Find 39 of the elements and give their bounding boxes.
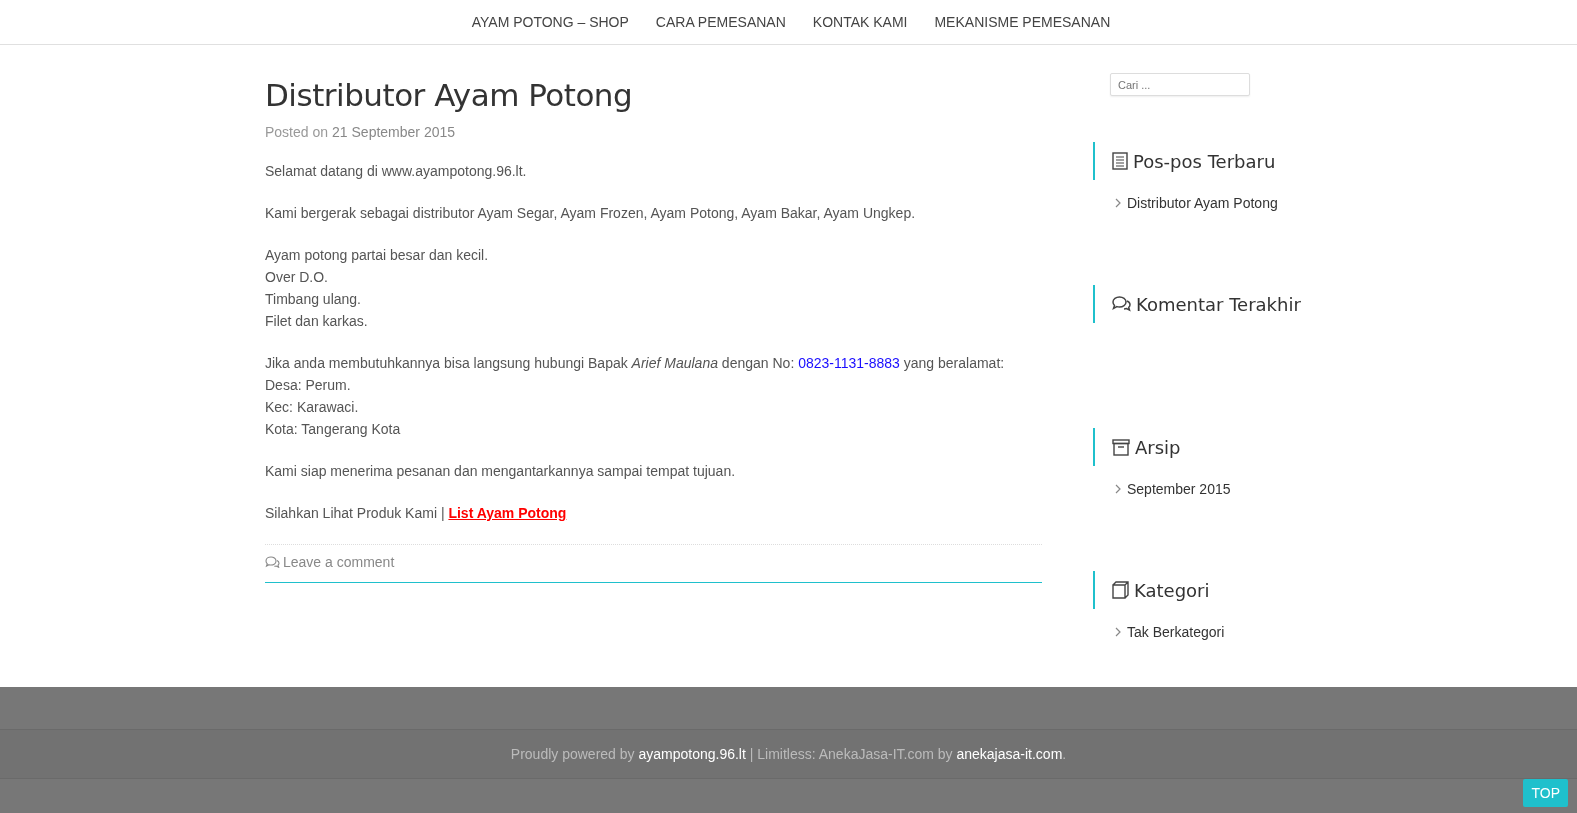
widget-link[interactable]: September 2015 — [1127, 481, 1231, 497]
search-field[interactable]: Cari ... — [1110, 73, 1250, 96]
nav-link[interactable]: MEKANISME PEMESANAN — [934, 14, 1111, 30]
phone-link[interactable]: 0823-1131-8883 — [798, 355, 900, 371]
chevron-icon — [1115, 198, 1121, 208]
nav-link[interactable]: KONTAK KAMI — [812, 14, 908, 30]
chevron-icon — [1115, 627, 1121, 637]
post-title: Distributor Ayam Potong — [265, 76, 634, 115]
nav-link[interactable]: AYAM POTONG – SHOP — [471, 14, 629, 30]
address-line: Desa: Perum. — [265, 376, 352, 395]
site-link[interactable]: ayampotong.96.lt — [638, 746, 746, 762]
posted-label: Posted on — [265, 124, 329, 140]
body-text: Kami siap menerima pesanan dan mengantarkannya sampai tempat tujuan. — [265, 462, 737, 481]
widget-title: Komentar Terakhir — [1136, 293, 1301, 315]
address-line: Kec: Karawaci. — [265, 398, 360, 417]
body-text: Filet dan karkas. — [265, 312, 369, 331]
post-date-link[interactable]: 21 September 2015 — [332, 124, 456, 140]
archive-box-icon — [1112, 438, 1130, 456]
widget-title: Pos-pos Terbaru — [1133, 150, 1276, 172]
address-line: Kota: Tangerang Kota — [265, 420, 402, 439]
body-text: Selamat datang di www.ayampotong.96.lt. — [265, 162, 528, 181]
body-text: Timbang ulang. — [265, 290, 362, 309]
widget-title: Arsip — [1135, 436, 1181, 458]
product-sentence: Silahkan Lihat Produk Kami | List Ayam Potong — [265, 504, 568, 523]
chevron-icon — [1115, 484, 1121, 494]
widget-title: Kategori — [1134, 579, 1210, 601]
widget-link[interactable]: Tak Berkategori — [1127, 624, 1225, 640]
widget-link[interactable]: Distributor Ayam Potong — [1127, 195, 1278, 211]
body-text: Kami bergerak sebagai distributor Ayam Segar, Ayam Frozen, Ayam Potong, Ayam Bakar, Ayam Ungkep. — [265, 204, 917, 223]
speech-bubbles-icon — [265, 556, 280, 568]
leave-comment-link[interactable]: Leave a comment — [265, 554, 395, 570]
footer-credit: Proudly powered by ayampotong.96.lt | Limitless: AnekaJasa-IT.com by anekajasa-it.com. — [510, 746, 1067, 762]
speech-bubbles-icon — [1112, 296, 1131, 312]
body-text: Over D.O. — [265, 268, 329, 287]
product-list-link[interactable]: List Ayam Potong — [448, 505, 567, 521]
body-text: Ayam potong partai besar dan kecil. — [265, 246, 490, 265]
contact-sentence: Jika anda membutuhkannya bisa langsung hubungi Bapak Arief Maulana dengan No: 0823-1131-8883 yang beralamat: — [265, 354, 1006, 373]
nav-link[interactable]: CARA PEMESANAN — [655, 14, 786, 30]
document-icon — [1112, 152, 1128, 170]
